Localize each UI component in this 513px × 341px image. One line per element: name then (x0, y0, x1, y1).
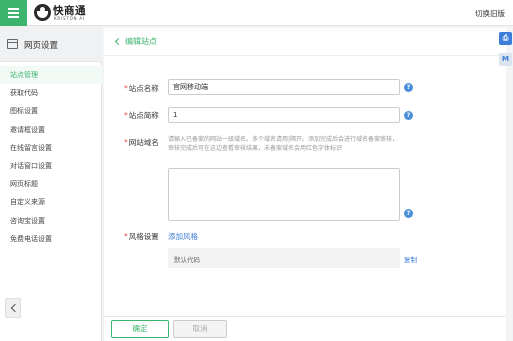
printer-icon[interactable]: ⎙ (499, 32, 512, 45)
required-mark: * (124, 111, 128, 120)
sidebar-item-custom-source[interactable]: 自定义来源 (0, 193, 102, 211)
site-name-label-text: 站点名称 (128, 84, 159, 93)
switch-old-version-link[interactable]: 切换旧版 (475, 8, 505, 19)
default-style-name: 默认代码 (174, 256, 200, 264)
m-icon[interactable]: M (499, 53, 512, 66)
sidebar-menu: 站点管理 获取代码 图标设置 邀请框设置 在线留言设置 对话窗口设置 网页标题 … (0, 66, 102, 248)
top-bar: 快商通 KRISTON AI 切换旧版 (0, 0, 513, 26)
site-abbr-label: *站点简称 (124, 110, 159, 121)
style-label-text: 风格设置 (128, 232, 159, 241)
help-icon[interactable]: ? (404, 83, 413, 92)
sidebar-header: 网页设置 (0, 26, 102, 62)
add-style-link[interactable]: 添加风格 (168, 231, 198, 242)
style-row: 默认代码 (168, 248, 400, 268)
page-title[interactable]: 编辑站点 (125, 36, 157, 47)
required-mark: * (124, 138, 128, 147)
sidebar-collapse-button[interactable] (5, 298, 21, 318)
sidebar-item-consult-settings[interactable]: 咨询宝设置 (0, 212, 102, 230)
site-name-label: *站点名称 (124, 83, 159, 94)
domain-label-text: 网站域名 (128, 138, 159, 147)
cancel-button[interactable]: 取消 (173, 320, 227, 338)
domain-label: *网站域名 (124, 137, 159, 148)
sidebar-item-online-message-settings[interactable]: 在线留言设置 (0, 139, 102, 157)
domain-hint: 请输入已备案的网站一级域名。多个域名请用|隔开。添加完成后会进行域名备案审核，审… (168, 136, 399, 153)
form-footer: 确定 取消 (104, 316, 506, 341)
sidebar-item-site-management[interactable]: 站点管理 (0, 66, 102, 85)
hamburger-line (8, 12, 19, 14)
back-chevron-icon[interactable] (114, 37, 123, 46)
required-mark: * (124, 84, 128, 93)
edit-site-panel: 编辑站点 *站点名称 官网移动端 ? *站点简称 1 ? *网站域名 请输入已备… (104, 28, 506, 316)
brand-logo: 快商通 KRISTON AI (34, 4, 134, 23)
domain-textarea[interactable] (168, 168, 400, 221)
site-abbr-label-text: 站点简称 (128, 111, 159, 120)
sidebar-title: 网页设置 (24, 41, 59, 51)
webpage-icon (7, 39, 18, 49)
site-abbr-input[interactable]: 1 (168, 107, 400, 123)
sidebar: 网页设置 站点管理 获取代码 图标设置 邀请框设置 在线留言设置 对话窗口设置 … (0, 26, 102, 341)
panel-header: 编辑站点 (104, 28, 506, 56)
logo-subtext: KRISTON AI (54, 16, 85, 21)
sidebar-item-invite-box-settings[interactable]: 邀请框设置 (0, 121, 102, 139)
menu-toggle-button[interactable] (0, 0, 27, 26)
sidebar-item-free-phone-settings[interactable]: 免费电话设置 (0, 230, 102, 248)
help-icon[interactable]: ? (404, 111, 413, 120)
style-label: *风格设置 (124, 231, 159, 242)
site-name-input[interactable]: 官网移动端 (168, 79, 400, 95)
sidebar-item-page-title[interactable]: 网页标题 (0, 175, 102, 193)
hamburger-line (8, 8, 19, 10)
copy-link[interactable]: 复制 (404, 254, 417, 264)
help-icon[interactable]: ? (404, 209, 413, 218)
sidebar-item-get-code[interactable]: 获取代码 (0, 84, 102, 102)
required-mark: * (124, 232, 128, 241)
logo-icon (34, 4, 51, 21)
sidebar-item-chat-window-settings[interactable]: 对话窗口设置 (0, 157, 102, 175)
hamburger-line (8, 16, 19, 18)
confirm-button[interactable]: 确定 (111, 320, 169, 338)
sidebar-item-icon-settings[interactable]: 图标设置 (0, 102, 102, 120)
